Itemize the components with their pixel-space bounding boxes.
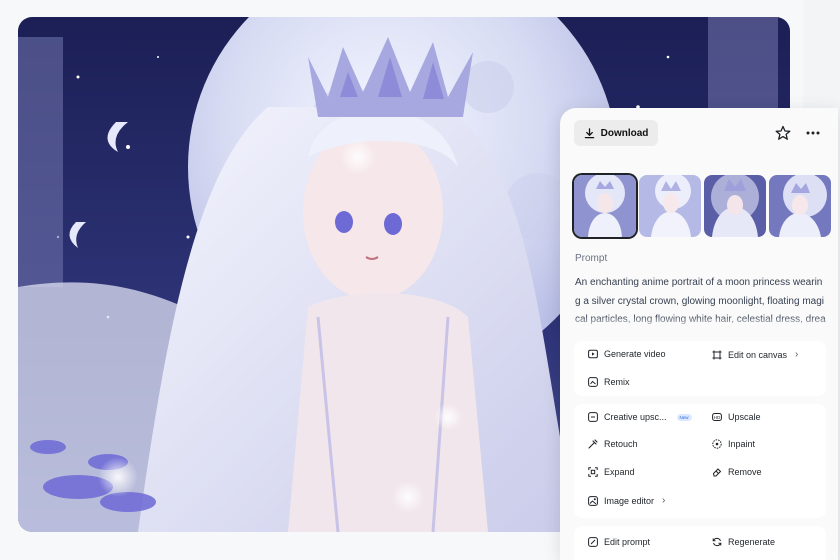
image-editor-label: Image editor <box>604 495 655 506</box>
thumbnail-1[interactable] <box>574 175 636 237</box>
generate-video-label: Generate video <box>604 349 666 359</box>
edit-tools-card: Creative upsc... New HD Upscale Retouch … <box>574 404 826 518</box>
remix-label: Remix <box>604 377 630 387</box>
remix-icon <box>588 377 598 387</box>
video-icon <box>588 349 598 359</box>
generate-video-button[interactable]: Generate video <box>588 349 666 359</box>
download-button[interactable]: Download <box>574 120 658 146</box>
primary-actions-card: Generate video Edit on canvas › Remix <box>574 341 826 396</box>
retouch-button[interactable]: Retouch <box>588 439 638 449</box>
star-icon[interactable] <box>775 125 791 141</box>
chevron-right-icon: › <box>795 349 799 360</box>
prompt-text: An enchanting anime portrait of a moon p… <box>575 274 827 330</box>
remove-button[interactable]: Remove <box>712 467 762 477</box>
regenerate-button[interactable]: Regenerate <box>712 537 775 547</box>
remix-button[interactable]: Remix <box>588 377 630 387</box>
prompt-actions-card: Edit prompt Regenerate <box>574 526 826 560</box>
eraser-icon <box>712 468 722 477</box>
edit-prompt-button[interactable]: Edit prompt <box>588 537 650 547</box>
variation-thumbnails <box>574 175 831 237</box>
edit-prompt-icon <box>588 537 598 547</box>
creative-upscale-label: Creative upsc... <box>604 412 667 422</box>
more-horizontal-icon[interactable] <box>805 127 821 139</box>
download-icon <box>584 127 594 138</box>
inpaint-label: Inpaint <box>728 439 756 449</box>
thumbnail-3[interactable] <box>704 175 766 237</box>
expand-button[interactable]: Expand <box>588 467 635 477</box>
upscale-label: Upscale <box>728 412 761 422</box>
inpaint-icon <box>712 439 722 449</box>
image-editor-icon <box>588 495 598 506</box>
upscale-button[interactable]: HD Upscale <box>712 412 761 422</box>
inpaint-button[interactable]: Inpaint <box>712 439 755 449</box>
svg-text:HD: HD <box>714 415 721 420</box>
regenerate-label: Regenerate <box>728 537 776 547</box>
retouch-brush-icon <box>588 439 598 449</box>
edit-on-canvas-label: Edit on canvas <box>728 349 788 360</box>
image-editor-button[interactable]: Image editor › <box>588 495 665 506</box>
thumbnail-4[interactable] <box>769 175 831 237</box>
remove-label: Remove <box>728 467 762 477</box>
prompt-label: Prompt <box>575 253 608 264</box>
regenerate-icon <box>712 537 722 547</box>
expand-label: Expand <box>604 467 635 477</box>
new-badge: New <box>676 413 692 421</box>
thumbnail-2[interactable] <box>639 175 701 237</box>
download-label: Download <box>600 127 649 139</box>
expand-icon <box>588 467 598 477</box>
creative-upscale-icon <box>588 412 598 422</box>
upscale-icon: HD <box>712 413 722 421</box>
chevron-right-icon: › <box>662 495 666 506</box>
canvas-icon <box>712 350 722 359</box>
retouch-label: Retouch <box>604 439 638 449</box>
edit-prompt-label: Edit prompt <box>604 537 651 547</box>
image-details-panel: Download Prompt An enchanting anime port… <box>560 108 838 560</box>
edit-on-canvas-button[interactable]: Edit on canvas › <box>712 349 798 360</box>
creative-upscale-button[interactable]: Creative upsc... New <box>588 412 692 422</box>
